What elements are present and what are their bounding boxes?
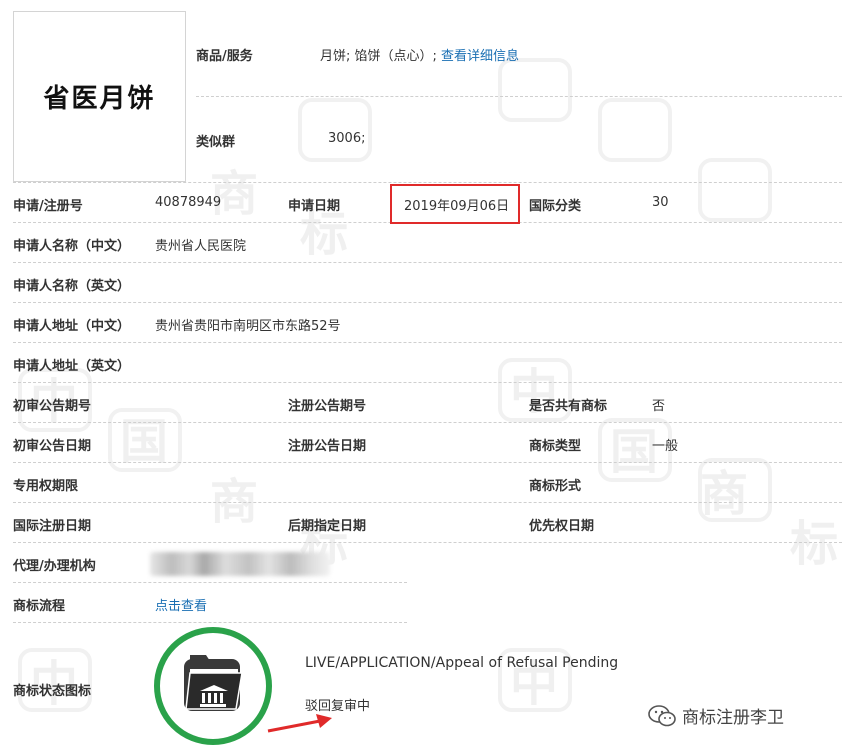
divider (13, 262, 842, 263)
divider (13, 342, 842, 343)
process-view-link[interactable]: 点击查看 (155, 595, 207, 614)
svg-text:标: 标 (790, 516, 838, 572)
divider (13, 462, 842, 463)
divider (196, 96, 842, 97)
reg-pub-no-label: 注册公告期号 (288, 399, 367, 414)
process-label: 商标流程 (13, 599, 66, 614)
wechat-account-name: 商标注册李卫 (682, 708, 784, 728)
rights-term-label: 专用权期限 (13, 479, 79, 494)
address-en-label: 申请人地址（英文） (13, 359, 131, 374)
goods-services-value: 月饼; 馅饼（点心）; 查看详细信息 (320, 45, 519, 64)
trademark-image: 省医月饼 (13, 11, 186, 182)
mark-type-value: 一般 (652, 439, 679, 454)
divider (13, 302, 842, 303)
folder-courthouse-icon (184, 655, 243, 711)
svg-text:商: 商 (210, 166, 258, 222)
status-en-text: LIVE/APPLICATION/Appeal of Refusal Pendi… (305, 655, 619, 671)
address-cn-value: 贵州省贵阳市南明区市东路52号 (155, 319, 341, 334)
shared-mark-label: 是否共有商标 (529, 399, 608, 414)
agent-value-redacted (150, 552, 330, 576)
svg-text:标: 标 (300, 206, 348, 262)
wechat-icon (648, 704, 676, 726)
view-details-link[interactable]: 查看详细信息 (441, 49, 519, 64)
goods-services-label: 商品/服务 (196, 49, 253, 64)
intl-class-label: 国际分类 (529, 199, 582, 214)
status-badge (154, 627, 272, 745)
trademark-image-text: 省医月饼 (43, 84, 156, 114)
address-cn-label: 申请人地址（中文） (13, 319, 131, 334)
mark-type-label: 商标类型 (529, 439, 582, 454)
divider (13, 182, 842, 183)
divider (13, 422, 842, 423)
svg-text:国: 国 (610, 424, 658, 480)
prelim-pub-date-label: 初审公告日期 (13, 439, 92, 454)
later-designation-date-label: 后期指定日期 (288, 519, 367, 534)
intl-class-value: 30 (652, 195, 669, 210)
divider (13, 502, 842, 503)
priority-date-label: 优先权日期 (529, 519, 595, 534)
red-arrow-icon (267, 714, 332, 733)
reg-pub-date-label: 注册公告日期 (288, 439, 367, 454)
reg-no-value: 40878949 (155, 195, 222, 210)
prelim-pub-no-label: 初审公告期号 (13, 399, 92, 414)
reg-no-label: 申请/注册号 (13, 199, 83, 214)
app-date-label: 申请日期 (288, 199, 341, 214)
similar-group-value: 3006; (328, 131, 366, 146)
applicant-en-label: 申请人名称（英文） (13, 279, 131, 294)
divider (13, 542, 842, 543)
applicant-cn-value: 贵州省人民医院 (155, 239, 247, 254)
mark-form-label: 商标形式 (529, 479, 582, 494)
svg-text:商: 商 (700, 466, 748, 522)
divider (13, 582, 407, 583)
applicant-cn-label: 申请人名称（中文） (13, 239, 131, 254)
wechat-watermark: 商标注册李卫 (648, 703, 784, 728)
shared-mark-value: 否 (652, 399, 666, 414)
status-icon-label: 商标状态图标 (13, 684, 92, 699)
divider (13, 622, 407, 623)
goods-services-text: 月饼; 馅饼（点心）; (320, 49, 437, 64)
divider (13, 382, 842, 383)
date-highlight-box (390, 184, 520, 224)
intl-reg-date-label: 国际注册日期 (13, 519, 92, 534)
similar-group-label: 类似群 (196, 135, 236, 150)
agent-label: 代理/办理机构 (13, 559, 96, 574)
